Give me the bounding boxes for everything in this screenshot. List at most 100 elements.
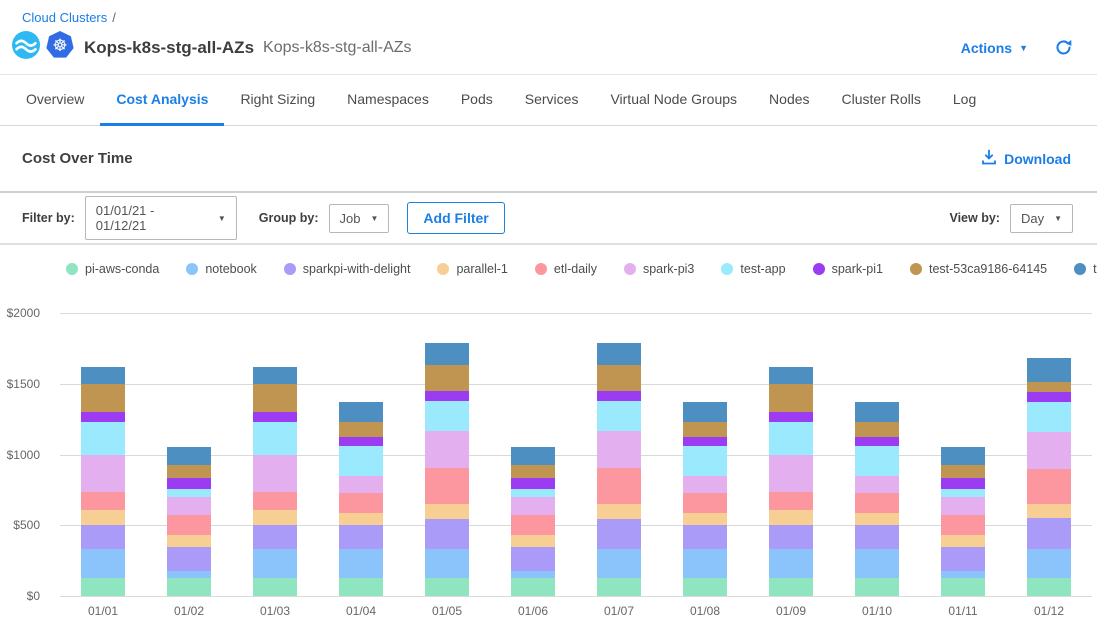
bar-segment-notebook[interactable] — [511, 571, 555, 578]
bar-segment-test-pkix[interactable] — [81, 367, 125, 384]
bar-segment-sparkpi-with-delight[interactable] — [81, 525, 125, 549]
bar-segment-spark-pi1[interactable] — [253, 412, 297, 422]
bar-segment-spark-pi3[interactable] — [683, 476, 727, 493]
bar-segment-spark-pi3[interactable] — [425, 431, 469, 468]
bar-segment-pi-aws-conda[interactable] — [339, 578, 383, 596]
bar-segment-sparkpi-with-delight[interactable] — [1027, 518, 1071, 549]
bar-segment-sparkpi-with-delight[interactable] — [339, 525, 383, 549]
bar-segment-test-53ca9186-64145[interactable] — [167, 465, 211, 478]
stacked-bar[interactable] — [425, 343, 469, 596]
bar-segment-test-app[interactable] — [81, 422, 125, 455]
bar-segment-etl-daily[interactable] — [855, 493, 899, 512]
bar-segment-spark-pi1[interactable] — [81, 412, 125, 422]
bar-segment-sparkpi-with-delight[interactable] — [511, 547, 555, 570]
stacked-bar[interactable] — [81, 367, 125, 596]
bar-segment-etl-daily[interactable] — [339, 493, 383, 512]
bar-segment-test-pkix[interactable] — [425, 343, 469, 365]
bar-segment-test-pkix[interactable] — [597, 343, 641, 365]
bar-segment-etl-daily[interactable] — [683, 493, 727, 512]
bar-segment-test-pkix[interactable] — [683, 402, 727, 422]
bar-segment-notebook[interactable] — [597, 549, 641, 577]
bar-segment-parallel-1[interactable] — [1027, 504, 1071, 518]
actions-button[interactable]: Actions ▼ — [961, 40, 1028, 56]
bar-segment-sparkpi-with-delight[interactable] — [597, 519, 641, 549]
bar-segment-notebook[interactable] — [339, 549, 383, 577]
bar-segment-notebook[interactable] — [683, 549, 727, 577]
bar-segment-test-53ca9186-64145[interactable] — [683, 422, 727, 437]
tab-virtual-node-groups[interactable]: Virtual Node Groups — [594, 75, 753, 126]
bar-segment-test-app[interactable] — [253, 422, 297, 455]
bar-segment-notebook[interactable] — [253, 549, 297, 577]
tab-pods[interactable]: Pods — [445, 75, 509, 126]
tab-services[interactable]: Services — [509, 75, 595, 126]
bar-segment-test-pkix[interactable] — [339, 402, 383, 422]
bar-segment-test-53ca9186-64145[interactable] — [425, 365, 469, 391]
bar-segment-spark-pi1[interactable] — [425, 391, 469, 402]
bar-segment-spark-pi3[interactable] — [339, 476, 383, 493]
bar-segment-parallel-1[interactable] — [683, 513, 727, 526]
bar-segment-test-app[interactable] — [769, 422, 813, 455]
bar-segment-notebook[interactable] — [425, 549, 469, 577]
bar-segment-spark-pi3[interactable] — [855, 476, 899, 493]
stacked-bar[interactable] — [167, 447, 211, 596]
bar-segment-spark-pi1[interactable] — [1027, 392, 1071, 403]
bar-segment-parallel-1[interactable] — [339, 513, 383, 526]
bar-segment-spark-pi3[interactable] — [81, 455, 125, 492]
bar-segment-etl-daily[interactable] — [769, 492, 813, 510]
bar-segment-test-pkix[interactable] — [253, 367, 297, 384]
legend-item-sparkpi-with-delight[interactable]: sparkpi-with-delight — [284, 262, 411, 276]
legend-item-etl-daily[interactable]: etl-daily — [535, 262, 597, 276]
bar-segment-test-53ca9186-64145[interactable] — [511, 465, 555, 478]
legend-item-pi-aws-conda[interactable]: pi-aws-conda — [66, 262, 159, 276]
bar-segment-parallel-1[interactable] — [81, 510, 125, 525]
tab-cluster-rolls[interactable]: Cluster Rolls — [826, 75, 937, 126]
stacked-bar[interactable] — [855, 402, 899, 596]
date-range-select[interactable]: 01/01/21 - 01/12/21 ▼ — [85, 196, 237, 240]
bar-segment-notebook[interactable] — [167, 571, 211, 578]
bar-segment-spark-pi3[interactable] — [941, 497, 985, 515]
bar-segment-pi-aws-conda[interactable] — [425, 578, 469, 596]
bar-segment-notebook[interactable] — [81, 549, 125, 577]
bar-segment-notebook[interactable] — [941, 571, 985, 578]
bar-segment-sparkpi-with-delight[interactable] — [941, 547, 985, 570]
bar-segment-test-53ca9186-64145[interactable] — [81, 384, 125, 412]
refresh-icon[interactable] — [1054, 38, 1073, 57]
stacked-bar[interactable] — [1027, 358, 1071, 596]
bar-segment-etl-daily[interactable] — [941, 515, 985, 535]
bar-segment-sparkpi-with-delight[interactable] — [855, 525, 899, 549]
bar-segment-pi-aws-conda[interactable] — [1027, 578, 1071, 596]
tab-overview[interactable]: Overview — [10, 75, 100, 126]
bar-segment-parallel-1[interactable] — [253, 510, 297, 525]
stacked-bar[interactable] — [941, 447, 985, 596]
bar-segment-test-app[interactable] — [683, 446, 727, 476]
legend-item-test-53ca9186-64145[interactable]: test-53ca9186-64145 — [910, 262, 1047, 276]
legend-item-test-app[interactable]: test-app — [721, 262, 785, 276]
bar-segment-test-53ca9186-64145[interactable] — [769, 384, 813, 412]
download-button[interactable]: Download — [981, 149, 1071, 168]
bar-segment-sparkpi-with-delight[interactable] — [683, 525, 727, 549]
bar-segment-pi-aws-conda[interactable] — [253, 578, 297, 596]
bar-segment-spark-pi1[interactable] — [683, 437, 727, 446]
view-by-select[interactable]: Day ▼ — [1010, 204, 1073, 233]
bar-segment-test-pkix[interactable] — [941, 447, 985, 465]
bar-segment-test-app[interactable] — [167, 489, 211, 497]
bar-segment-etl-daily[interactable] — [511, 515, 555, 535]
bar-segment-spark-pi3[interactable] — [253, 455, 297, 492]
add-filter-button[interactable]: Add Filter — [407, 202, 504, 234]
tab-cost-analysis[interactable]: Cost Analysis — [100, 75, 224, 126]
bar-segment-test-53ca9186-64145[interactable] — [339, 422, 383, 437]
bar-segment-test-app[interactable] — [1027, 402, 1071, 432]
group-by-select[interactable]: Job ▼ — [329, 204, 390, 233]
stacked-bar[interactable] — [253, 367, 297, 596]
bar-segment-pi-aws-conda[interactable] — [167, 578, 211, 596]
bar-segment-sparkpi-with-delight[interactable] — [253, 525, 297, 549]
bar-segment-pi-aws-conda[interactable] — [855, 578, 899, 596]
bar-segment-spark-pi1[interactable] — [339, 437, 383, 446]
bar-segment-test-app[interactable] — [855, 446, 899, 476]
bar-segment-etl-daily[interactable] — [167, 515, 211, 535]
bar-segment-spark-pi3[interactable] — [511, 497, 555, 515]
bar-segment-notebook[interactable] — [855, 549, 899, 577]
legend-item-notebook[interactable]: notebook — [186, 262, 256, 276]
stacked-bar[interactable] — [511, 447, 555, 596]
bar-segment-spark-pi1[interactable] — [597, 391, 641, 402]
